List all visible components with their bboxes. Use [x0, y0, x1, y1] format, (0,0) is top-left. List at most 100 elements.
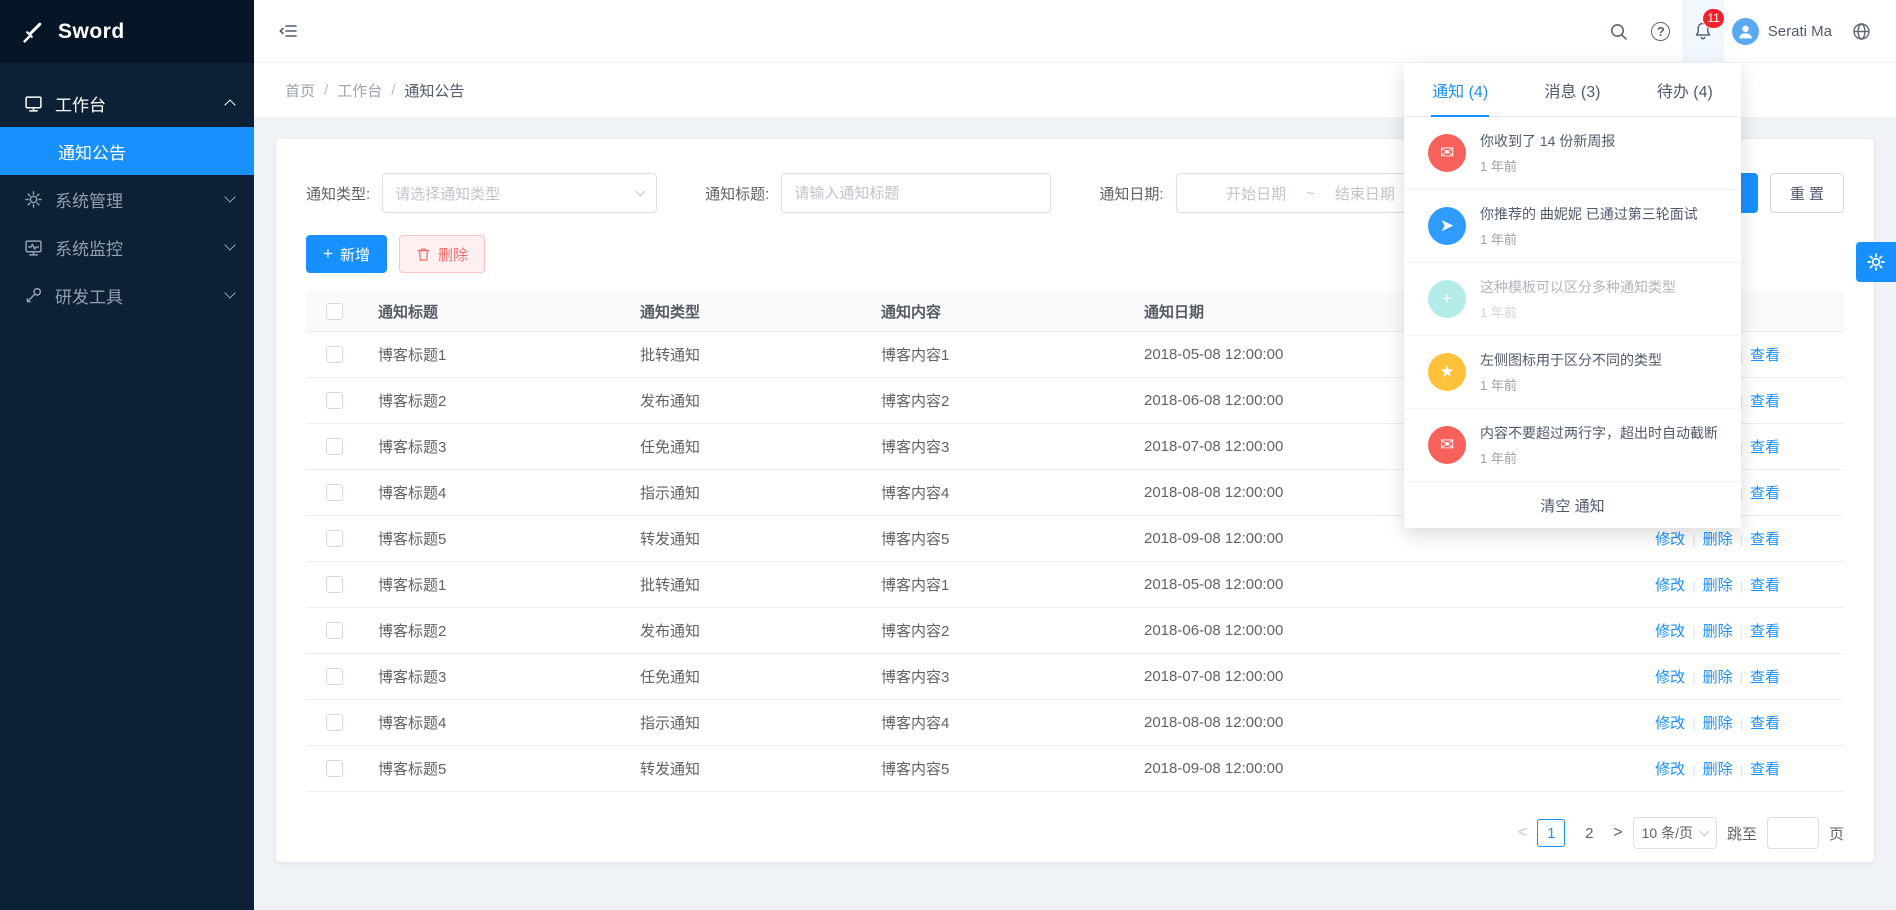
tab-todos[interactable]: 待办 (4) — [1629, 63, 1741, 116]
view-link[interactable]: 查看 — [1750, 347, 1780, 364]
edit-link[interactable]: 修改 — [1655, 761, 1685, 778]
row-checkbox[interactable] — [326, 530, 343, 547]
breadcrumb-current: 通知公告 — [404, 80, 464, 101]
cell-date: 2018-05-08 12:00:00 — [1128, 576, 1544, 593]
edit-link[interactable]: 修改 — [1655, 577, 1685, 594]
cell-date: 2018-09-08 12:00:00 — [1128, 530, 1544, 547]
cell-type: 任免通知 — [624, 436, 865, 457]
tab-notifications[interactable]: 通知 (4) — [1404, 63, 1516, 116]
sidebar-item-system-management[interactable]: 系统管理 — [0, 175, 254, 223]
view-link[interactable]: 查看 — [1750, 577, 1780, 594]
view-link[interactable]: 查看 — [1750, 393, 1780, 410]
action-separator: | — [1692, 578, 1695, 593]
notification-item[interactable]: ★ 左侧图标用于区分不同的类型 1 年前 — [1404, 336, 1741, 409]
plus-icon: + — [1428, 280, 1466, 318]
delete-link[interactable]: 删除 — [1703, 669, 1733, 686]
delete-link[interactable]: 删除 — [1703, 715, 1733, 732]
chevron-up-icon — [226, 97, 234, 109]
chevron-down-icon — [226, 245, 234, 249]
notice-time: 1 年前 — [1480, 375, 1717, 394]
notice-title: 左侧图标用于区分不同的类型 — [1480, 350, 1717, 370]
next-page-button[interactable]: > — [1613, 824, 1622, 842]
view-link[interactable]: 查看 — [1750, 439, 1780, 456]
notice-title: 你收到了 14 份新周报 — [1480, 131, 1717, 151]
action-separator: | — [1740, 716, 1743, 731]
sidebar-item-workbench[interactable]: 工作台 — [0, 79, 254, 127]
delete-button[interactable]: 删除 — [399, 235, 485, 273]
row-checkbox[interactable] — [326, 392, 343, 409]
table-row: 博客标题1 批转通知 博客内容1 2018-05-08 12:00:00 修改|… — [306, 562, 1844, 608]
chevron-down-icon — [226, 293, 234, 297]
app-logo: Sword — [0, 0, 254, 63]
cell-type: 发布通知 — [624, 390, 865, 411]
sidebar: Sword 工作台 通知公告 系统管理 — [0, 0, 254, 910]
clear-notifications-button[interactable]: 清空 通知 — [1404, 482, 1741, 528]
jump-page-input[interactable] — [1767, 817, 1819, 849]
tab-messages[interactable]: 消息 (3) — [1516, 63, 1628, 116]
action-separator: | — [1740, 532, 1743, 547]
edit-link[interactable]: 修改 — [1655, 623, 1685, 640]
edit-link[interactable]: 修改 — [1655, 715, 1685, 732]
edit-link[interactable]: 修改 — [1655, 669, 1685, 686]
notice-title-input[interactable] — [781, 173, 1051, 213]
delete-link[interactable]: 删除 — [1703, 531, 1733, 548]
action-separator: | — [1740, 762, 1743, 777]
cell-content: 博客内容4 — [865, 712, 1128, 733]
sidebar-item-system-monitor[interactable]: 系统监控 — [0, 223, 254, 271]
breadcrumb-separator: / — [391, 82, 395, 99]
row-checkbox[interactable] — [326, 346, 343, 363]
notice-type-label: 通知类型: — [306, 183, 370, 204]
view-link[interactable]: 查看 — [1750, 715, 1780, 732]
row-checkbox[interactable] — [326, 714, 343, 731]
menu-collapse-icon[interactable] — [278, 21, 298, 41]
monitor-chart-icon — [22, 238, 44, 257]
row-checkbox[interactable] — [326, 576, 343, 593]
row-checkbox[interactable] — [326, 668, 343, 685]
notification-item[interactable]: ✉ 你收到了 14 份新周报 1 年前 — [1404, 117, 1741, 190]
search-icon[interactable] — [1598, 0, 1640, 63]
row-checkbox[interactable] — [326, 622, 343, 639]
table-row: 博客标题3 任免通知 博客内容3 2018-07-08 12:00:00 修改|… — [306, 654, 1844, 700]
delete-link[interactable]: 删除 — [1703, 761, 1733, 778]
cell-date: 2018-06-08 12:00:00 — [1128, 622, 1544, 639]
row-checkbox[interactable] — [326, 760, 343, 777]
prev-page-button[interactable]: < — [1518, 824, 1527, 842]
settings-gear-button[interactable] — [1856, 242, 1896, 282]
edit-link[interactable]: 修改 — [1655, 531, 1685, 548]
page-size-select[interactable]: 10 条/页 — [1633, 817, 1717, 849]
breadcrumb-home[interactable]: 首页 — [285, 80, 315, 101]
row-checkbox[interactable] — [326, 438, 343, 455]
page-2-button[interactable]: 2 — [1575, 819, 1603, 847]
reset-button[interactable]: 重 置 — [1770, 173, 1844, 213]
cell-content: 博客内容1 — [865, 574, 1128, 595]
notice-type-select[interactable]: 请选择通知类型 — [382, 173, 657, 213]
delete-link[interactable]: 删除 — [1703, 623, 1733, 640]
breadcrumb-workbench[interactable]: 工作台 — [337, 80, 382, 101]
row-checkbox[interactable] — [326, 484, 343, 501]
view-link[interactable]: 查看 — [1750, 669, 1780, 686]
sidebar-item-notice[interactable]: 通知公告 — [0, 127, 254, 175]
view-link[interactable]: 查看 — [1750, 485, 1780, 502]
view-link[interactable]: 查看 — [1750, 761, 1780, 778]
notice-list: ✉ 你收到了 14 份新周报 1 年前 ➤ 你推荐的 曲妮妮 已通过第三轮面试 … — [1404, 117, 1741, 482]
sidebar-item-dev-tools[interactable]: 研发工具 — [0, 271, 254, 319]
user-menu[interactable]: Serati Ma — [1732, 18, 1832, 45]
notification-item[interactable]: ✉ 内容不要超过两行字，超出时自动截断 1 年前 — [1404, 409, 1741, 482]
cell-type: 发布通知 — [624, 620, 865, 641]
notification-item[interactable]: + 这种模板可以区分多种通知类型 1 年前 — [1404, 263, 1741, 336]
add-button-label: 新增 — [340, 244, 370, 265]
view-link[interactable]: 查看 — [1750, 623, 1780, 640]
cell-content: 博客内容3 — [865, 666, 1128, 687]
add-button[interactable]: 新增 — [306, 235, 387, 273]
view-link[interactable]: 查看 — [1750, 531, 1780, 548]
select-all-checkbox[interactable] — [326, 303, 343, 320]
delete-link[interactable]: 删除 — [1703, 577, 1733, 594]
notification-item[interactable]: ➤ 你推荐的 曲妮妮 已通过第三轮面试 1 年前 — [1404, 190, 1741, 263]
help-icon[interactable] — [1640, 0, 1682, 63]
page-1-button[interactable]: 1 — [1537, 819, 1565, 847]
language-globe-icon[interactable] — [1840, 0, 1882, 63]
sidebar-item-label: 通知公告 — [58, 139, 126, 164]
cell-content: 博客内容4 — [865, 482, 1128, 503]
notifications-bell-icon[interactable]: 11 — [1682, 0, 1724, 63]
table-row: 博客标题4 指示通知 博客内容4 2018-08-08 12:00:00 修改|… — [306, 700, 1844, 746]
